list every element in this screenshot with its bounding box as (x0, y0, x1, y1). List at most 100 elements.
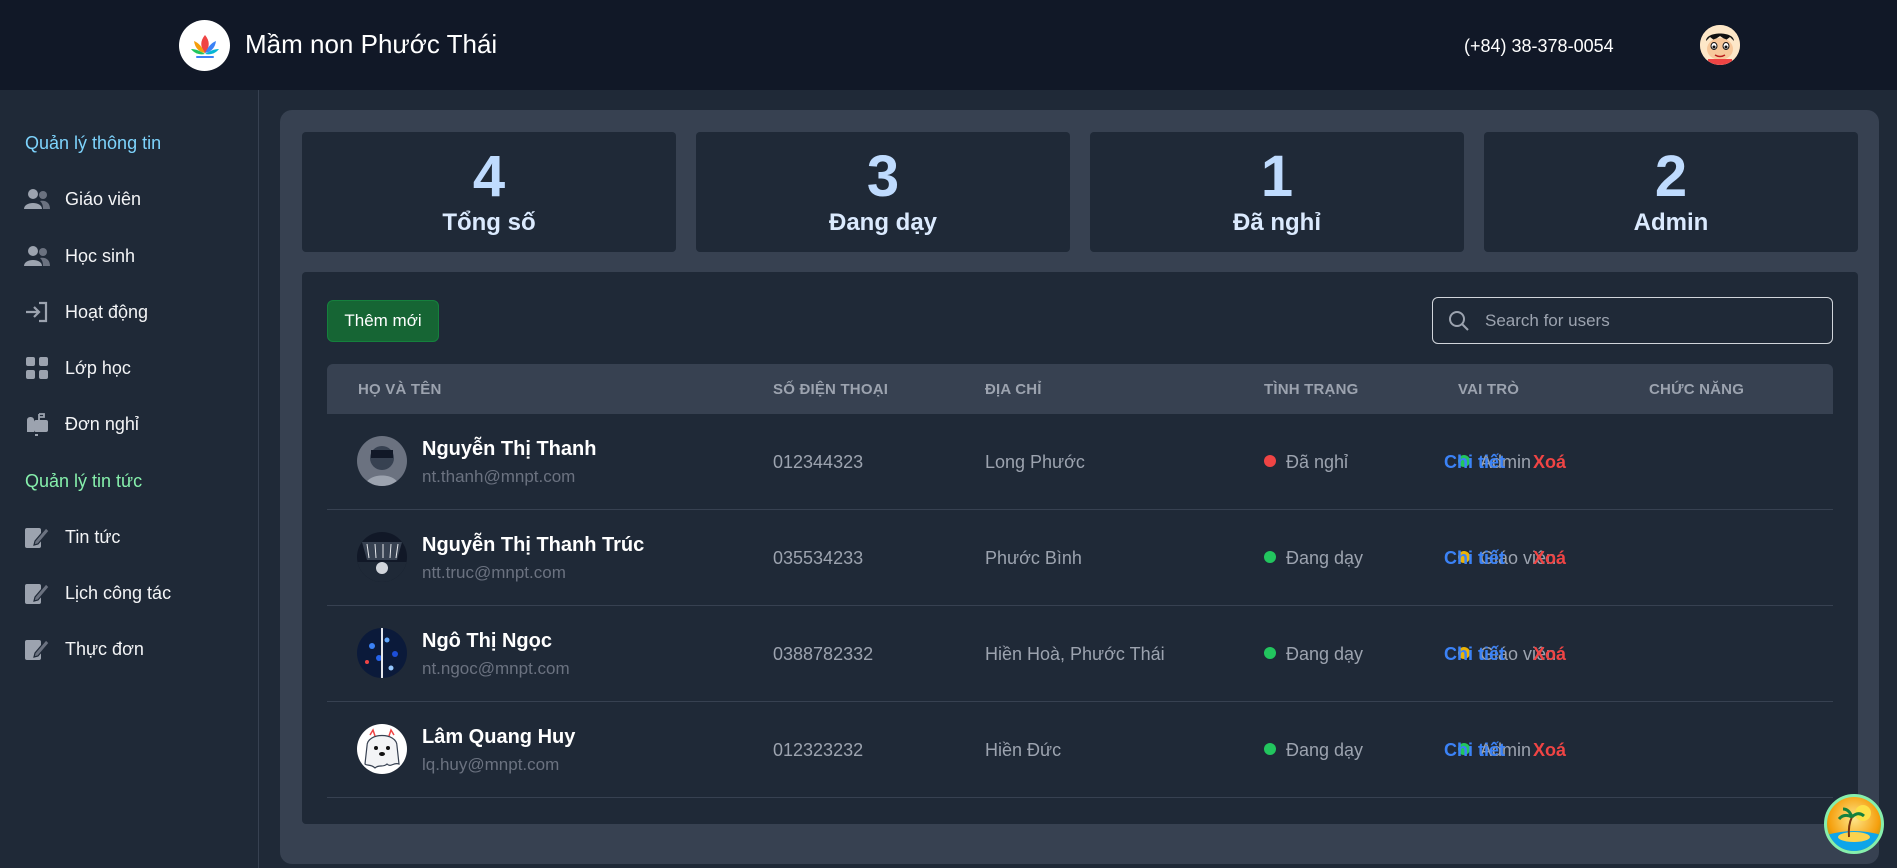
column-header-name: HỌ VÀ TÊN (358, 381, 442, 398)
table-header: HỌ VÀ TÊN SỐ ĐIỆN THOẠI ĐỊA CHỈ TÌNH TRẠ… (327, 364, 1833, 414)
stat-label: Admin (1633, 209, 1709, 236)
sidebar-item-students[interactable]: Học sinh (24, 241, 244, 271)
user-phone: 035534233 (773, 548, 864, 568)
user-photo[interactable] (357, 628, 407, 678)
sidebar-item-teachers[interactable]: Giáo viên (24, 184, 244, 214)
edit-doc-icon (24, 580, 50, 606)
sidebar-item-label: Tin tức (65, 526, 121, 547)
sidebar-item-activities[interactable]: Hoạt động (24, 297, 244, 327)
stat-label: Đang dạy (828, 209, 938, 236)
stat-value: 1 (1260, 144, 1294, 209)
user-name: Lâm Quang Huy (422, 726, 576, 748)
sidebar-heading-info: Quản lý thông tin (25, 133, 162, 153)
user-photo[interactable] (357, 532, 407, 582)
column-header-role: VAI TRÒ (1458, 381, 1520, 398)
main-content: 4 Tổng số 3 Đang dạy 1 Đã nghỉ 2 Admin T… (280, 110, 1879, 864)
user-email: nt.thanh@mnpt.com (422, 467, 576, 486)
sidebar-item-classes[interactable]: Lớp học (24, 353, 244, 383)
stat-label: Đã nghỉ (1233, 209, 1321, 236)
sidebar-item-label: Lịch công tác (65, 582, 172, 603)
column-header-actions: CHỨC NĂNG (1649, 381, 1745, 398)
sidebar-item-label: Thực đơn (65, 638, 144, 659)
user-status: Đang dạy (1264, 644, 1363, 665)
search-input[interactable] (1485, 310, 1815, 331)
stat-card-admin: 2 Admin (1484, 132, 1858, 252)
delete-link[interactable]: Xoá (1533, 644, 1566, 665)
school-logo[interactable] (179, 20, 230, 71)
detail-link[interactable]: Chi tiết (1444, 740, 1505, 761)
island-icon (1827, 805, 1881, 851)
column-header-phone: SỐ ĐIỆN THOẠI (773, 381, 889, 398)
status-dot (1264, 743, 1276, 755)
delete-link[interactable]: Xoá (1533, 452, 1566, 473)
detail-link[interactable]: Chi tiết (1444, 644, 1505, 665)
user-address: Phước Bình (985, 548, 1082, 568)
stat-card-teaching: 3 Đang dạy (696, 132, 1070, 252)
sidebar-heading-news: Quản lý tin tức (25, 471, 143, 491)
user-address: Hiền Hoà, Phước Thái (985, 644, 1165, 664)
user-address: Long Phước (985, 452, 1085, 472)
table-row: Ngô Thị Ngọc nt.ngoc@mnpt.com 0388782332… (327, 606, 1833, 702)
user-phone: 0388782332 (773, 644, 874, 664)
delete-link[interactable]: Xoá (1533, 740, 1566, 761)
sidebar-item-leave-requests[interactable]: Đơn nghỉ (24, 409, 244, 439)
user-email: lq.huy@mnpt.com (422, 755, 560, 774)
status-text: Đã nghỉ (1286, 452, 1349, 472)
site-title[interactable]: Mầm non Phước Thái (245, 29, 497, 60)
status-dot (1264, 647, 1276, 659)
users-icon (24, 186, 50, 212)
sidebar-item-label: Học sinh (65, 245, 136, 266)
status-text: Đang dạy (1286, 644, 1364, 664)
detail-link[interactable]: Chi tiết (1444, 452, 1505, 473)
sidebar-item-work-schedule[interactable]: Lịch công tác (24, 578, 244, 608)
sidebar-item-label: Hoạt động (65, 301, 149, 322)
edit-doc-icon (24, 524, 50, 550)
user-photo[interactable] (357, 724, 407, 774)
sidebar-item-news[interactable]: Tin tức (24, 522, 244, 552)
user-photo[interactable] (357, 436, 407, 486)
sidebar-item-label: Đơn nghỉ (65, 413, 139, 434)
users-icon (24, 243, 50, 269)
user-status: Đang dạy (1264, 740, 1363, 761)
detail-link[interactable]: Chi tiết (1444, 548, 1505, 569)
column-header-address: ĐỊA CHỈ (985, 381, 1042, 398)
status-dot (1264, 455, 1276, 467)
chat-bubble-button[interactable] (1824, 794, 1884, 854)
sidebar-item-label: Giáo viên (65, 188, 142, 209)
stat-value: 4 (472, 144, 506, 209)
mailbox-icon (24, 411, 50, 437)
column-header-status: TÌNH TRẠNG (1264, 381, 1359, 398)
sidebar-item-label: Lớp học (65, 357, 131, 378)
user-address: Hiền Đức (985, 740, 1062, 760)
user-name: Nguyễn Thị Thanh (422, 438, 597, 460)
stat-label: Tổng số (442, 209, 536, 236)
sign-in-icon (24, 299, 50, 325)
sidebar-item-menu[interactable]: Thực đơn (24, 634, 244, 664)
user-email: ntt.truc@mnpt.com (422, 563, 566, 582)
stat-card-total: 4 Tổng số (302, 132, 676, 252)
table-row: Lâm Quang Huy lq.huy@mnpt.com 012323232 … (327, 702, 1833, 798)
stat-value: 2 (1654, 144, 1688, 209)
edit-doc-icon (24, 636, 50, 662)
delete-link[interactable]: Xoá (1533, 548, 1566, 569)
stat-value: 3 (866, 144, 900, 209)
status-text: Đang dạy (1286, 548, 1364, 568)
user-name: Ngô Thị Ngọc (422, 630, 552, 652)
grid-icon (24, 355, 50, 381)
user-name: Nguyễn Thị Thanh Trúc (422, 534, 645, 556)
sidebar: Quản lý thông tin Giáo viên Học sinh Hoạ… (0, 90, 259, 868)
top-bar: Mầm non Phước Thái (+84) 38-378-0054 (0, 0, 1897, 90)
user-status: Đang dạy (1264, 548, 1363, 569)
add-new-button[interactable]: Thêm mới (327, 300, 439, 342)
contact-phone: (+84) 38-378-0054 (1464, 36, 1614, 56)
table-row: Nguyễn Thị Thanh Trúc ntt.truc@mnpt.com … (327, 510, 1833, 606)
status-text: Đang dạy (1286, 740, 1364, 760)
user-phone: 012323232 (773, 740, 864, 760)
cartoon-avatar-icon (1700, 25, 1740, 65)
users-panel: Thêm mới HỌ VÀ TÊN SỐ ĐIỆN THOẠI ĐỊA CHỈ… (302, 272, 1858, 824)
search-icon (1447, 309, 1471, 333)
user-avatar[interactable] (1700, 25, 1740, 65)
search-box[interactable] (1432, 297, 1833, 344)
table-row: Nguyễn Thị Thanh nt.thanh@mnpt.com 01234… (327, 414, 1833, 510)
user-email: nt.ngoc@mnpt.com (422, 659, 570, 678)
